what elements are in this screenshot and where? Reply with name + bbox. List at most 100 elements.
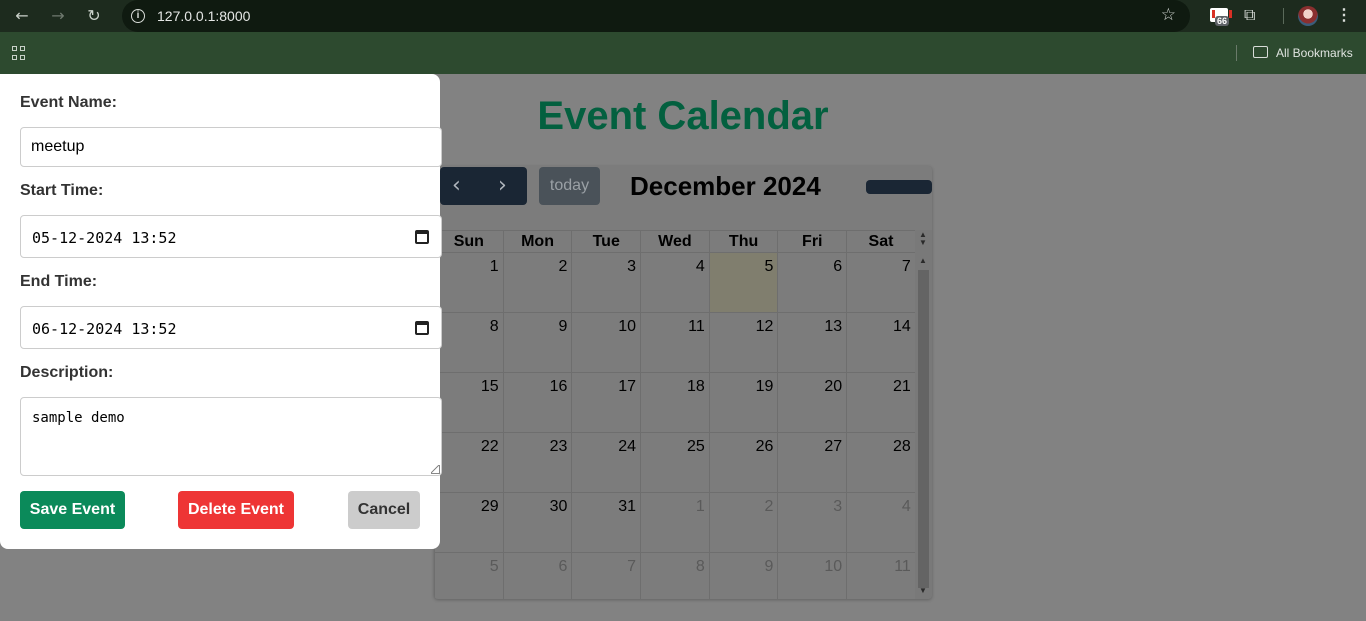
day-cell[interactable]: 19: [708, 373, 778, 432]
bookmarks-divider: [1236, 45, 1237, 61]
prev-month-icon[interactable]: ‹: [452, 173, 461, 198]
weeks: 1 2 3 4 5 6 7 8 9 10 11 12 13 14 15 16 17 18 19 20 21 22 23 24 2…: [434, 253, 915, 599]
day-cell[interactable]: 3: [777, 493, 846, 552]
day-cell[interactable]: 7: [571, 553, 640, 599]
address-bar[interactable]: i 127.0.0.1:8000 ☆: [122, 0, 1190, 32]
day-cell[interactable]: 10: [571, 313, 640, 372]
day-cell[interactable]: 8: [640, 553, 709, 599]
day-cell[interactable]: 9: [502, 313, 572, 372]
description-label: Description:: [20, 364, 114, 381]
day-cell[interactable]: 28: [846, 433, 915, 492]
day-cell[interactable]: 15: [434, 373, 503, 432]
info-icon[interactable]: i: [131, 9, 145, 23]
reload-icon[interactable]: ↻: [84, 6, 104, 26]
day-cell[interactable]: 9: [708, 553, 778, 599]
forward-icon[interactable]: →: [48, 6, 68, 26]
day-cell[interactable]: 4: [846, 493, 915, 552]
resize-handle[interactable]: [431, 465, 440, 474]
day-cell[interactable]: 30: [502, 493, 572, 552]
scroll-up-icon[interactable]: ▲: [919, 256, 927, 265]
star-icon[interactable]: ☆: [1161, 5, 1176, 25]
day-cell[interactable]: 17: [571, 373, 640, 432]
end-time-input[interactable]: 06-12-2024 13:52: [20, 306, 442, 349]
weekday-header-cell: Sat: [846, 231, 915, 252]
weekday-header-cell: Wed: [640, 231, 709, 252]
day-cell[interactable]: 2: [708, 493, 778, 552]
save-event-button[interactable]: Save Event: [20, 491, 125, 529]
day-cell[interactable]: 20: [777, 373, 846, 432]
calendar-scrollbar[interactable]: ▲ ▼ ▲ ▼: [915, 230, 932, 599]
day-cell[interactable]: 11: [640, 313, 709, 372]
avatar[interactable]: [1298, 6, 1318, 26]
cancel-button[interactable]: Cancel: [348, 491, 420, 529]
bookmarks-bar: All Bookmarks: [0, 32, 1366, 74]
day-cell[interactable]: 16: [502, 373, 572, 432]
day-cell[interactable]: 2: [502, 253, 572, 312]
view-button[interactable]: [866, 180, 932, 194]
apps-icon[interactable]: [12, 46, 26, 60]
weekday-header-cell: Mon: [502, 231, 572, 252]
end-time-value: 06-12-2024 13:52: [32, 320, 177, 338]
day-cell[interactable]: 6: [777, 253, 846, 312]
day-cell[interactable]: 8: [434, 313, 503, 372]
day-cell[interactable]: 29: [434, 493, 503, 552]
description-value: sample demo: [32, 410, 125, 426]
week-row: 1234567: [434, 253, 915, 313]
day-cell[interactable]: 22: [434, 433, 503, 492]
start-time-label: Start Time:: [20, 182, 104, 199]
day-cell-today[interactable]: 5: [708, 253, 778, 312]
scroll-down-icon[interactable]: ▼: [919, 238, 927, 247]
day-cell[interactable]: 11: [846, 553, 915, 599]
start-time-input[interactable]: 05-12-2024 13:52: [20, 215, 442, 258]
day-cell[interactable]: 21: [846, 373, 915, 432]
day-cell[interactable]: 3: [571, 253, 640, 312]
weekday-header-cell: Tue: [571, 231, 640, 252]
day-cell[interactable]: 1: [434, 253, 503, 312]
today-button[interactable]: today: [539, 167, 600, 205]
weekday-header-cell: Sun: [434, 231, 503, 252]
day-cell[interactable]: 24: [571, 433, 640, 492]
day-cell[interactable]: 13: [777, 313, 846, 372]
puzzle-icon[interactable]: ⧉: [1244, 5, 1255, 25]
day-cell[interactable]: 18: [640, 373, 709, 432]
page-title: Event Calendar: [537, 94, 829, 138]
url-text[interactable]: 127.0.0.1:8000: [157, 8, 250, 24]
day-cell[interactable]: 27: [777, 433, 846, 492]
calendar: ‹ › today December 2024 Sun Mon Tue Wed Thu F…: [434, 166, 932, 599]
folder-icon: [1253, 46, 1268, 58]
day-cell[interactable]: 12: [708, 313, 778, 372]
browser-toolbar: ← → ↻ i 127.0.0.1:8000 ☆ 66 ⧉ ⋮: [0, 0, 1366, 32]
next-month-icon[interactable]: ›: [498, 173, 507, 198]
day-cell[interactable]: 6: [502, 553, 572, 599]
event-name-input[interactable]: meetup: [20, 127, 442, 167]
day-cell[interactable]: 5: [434, 553, 503, 599]
calendar-icon[interactable]: [415, 321, 429, 335]
day-cell[interactable]: 26: [708, 433, 778, 492]
calendar-icon[interactable]: [415, 230, 429, 244]
day-cell[interactable]: 25: [640, 433, 709, 492]
month-title: December 2024: [630, 171, 821, 201]
day-cell[interactable]: 31: [571, 493, 640, 552]
toolbar-divider: [1283, 8, 1284, 24]
month-nav: ‹ ›: [440, 167, 527, 205]
day-cell[interactable]: 23: [502, 433, 572, 492]
start-time-value: 05-12-2024 13:52: [32, 229, 177, 247]
event-name-label: Event Name:: [20, 94, 117, 111]
day-cell[interactable]: 4: [640, 253, 709, 312]
day-cell[interactable]: 7: [846, 253, 915, 312]
event-name-value: meetup: [31, 138, 85, 155]
week-row: 15 16 17 18 19 20 21: [434, 373, 915, 433]
all-bookmarks-link[interactable]: All Bookmarks: [1276, 46, 1353, 60]
scroll-down-icon[interactable]: ▼: [919, 586, 927, 595]
day-cell[interactable]: 1: [640, 493, 709, 552]
day-cell[interactable]: 10: [777, 553, 846, 599]
week-row: 5 6 7 8 9 10 11: [434, 553, 915, 599]
weekday-header: Sun Mon Tue Wed Thu Fri Sat: [434, 230, 915, 253]
menu-icon[interactable]: ⋮: [1336, 5, 1352, 25]
event-modal: Event Name: meetup Start Time: 05-12-202…: [0, 74, 442, 549]
scroll-thumb[interactable]: [918, 270, 929, 588]
day-cell[interactable]: 14: [846, 313, 915, 372]
description-textarea[interactable]: sample demo: [20, 397, 442, 476]
delete-event-button[interactable]: Delete Event: [178, 491, 294, 529]
back-icon[interactable]: ←: [12, 6, 32, 26]
